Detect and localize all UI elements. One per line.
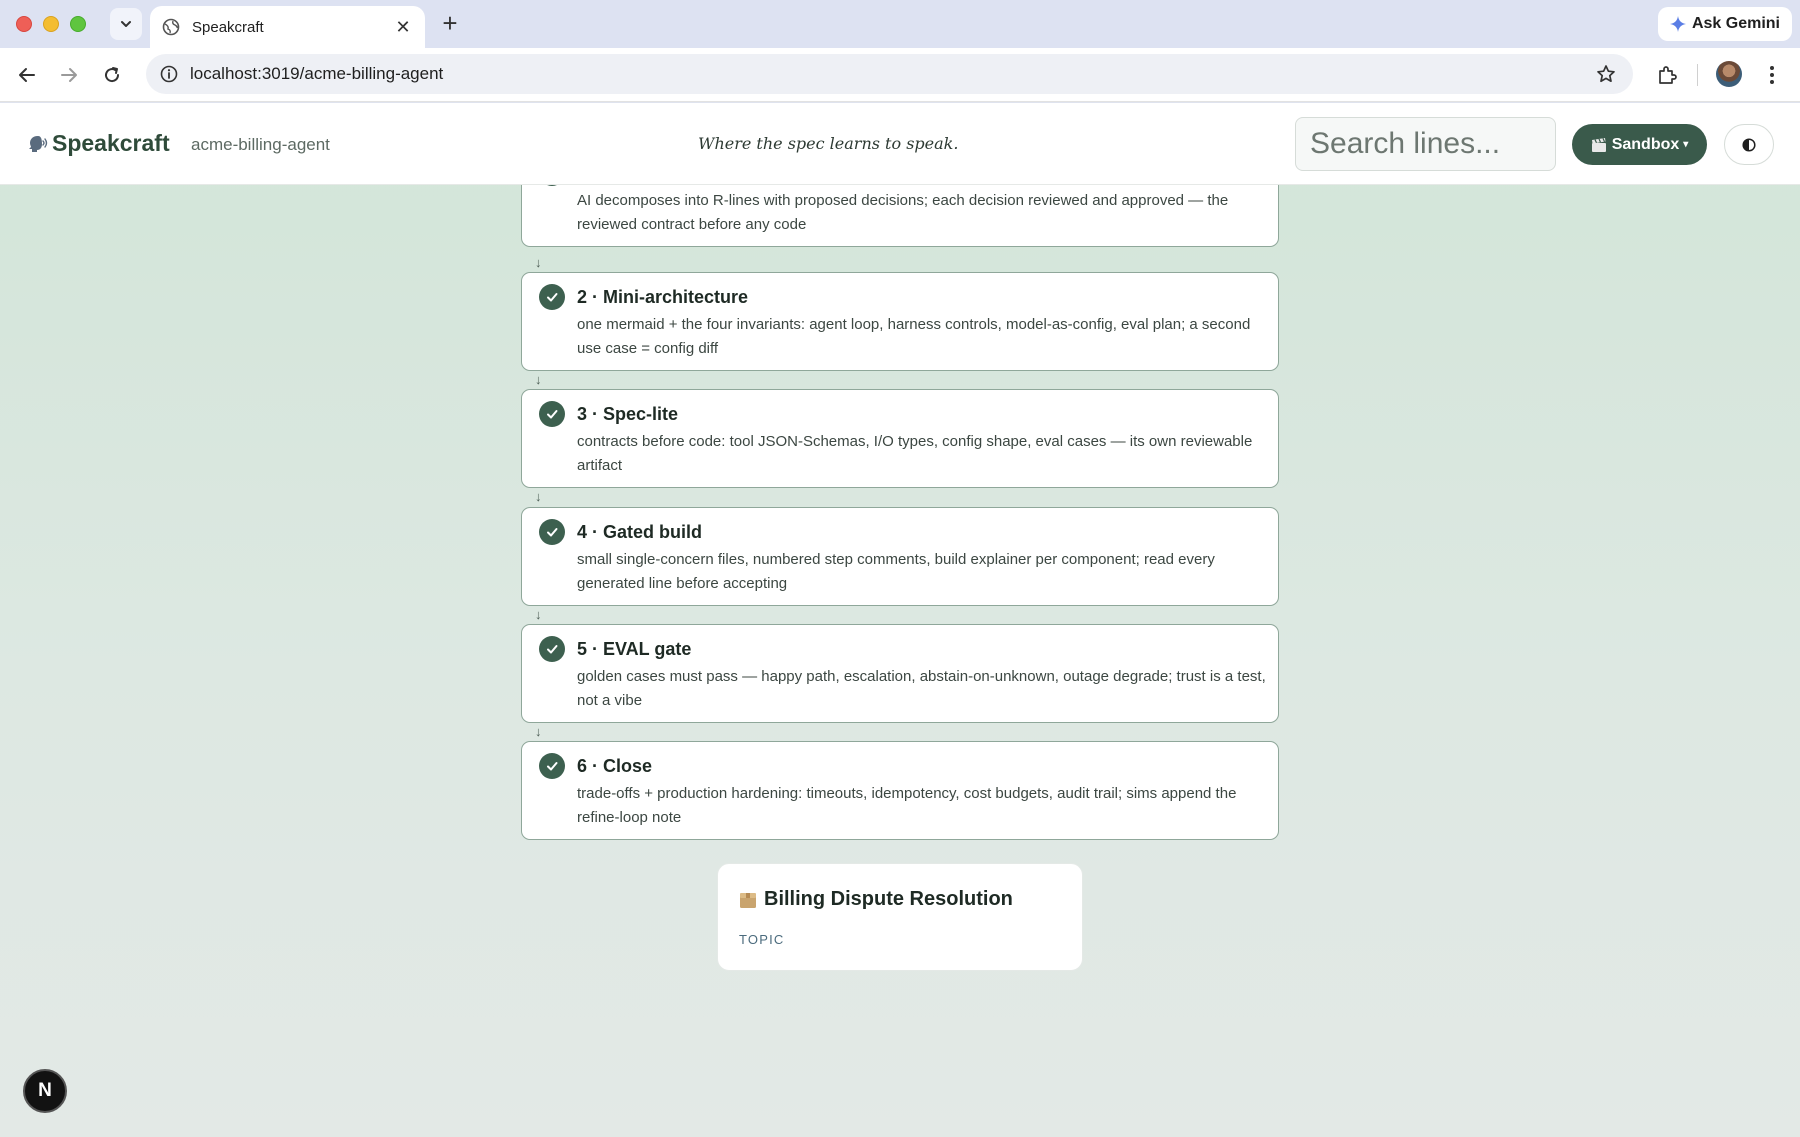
step-description: one mermaid + the four invariants: agent… xyxy=(577,316,1251,357)
reload-button[interactable] xyxy=(97,60,127,90)
step-card-2[interactable]: 2 · Mini-architecture one mermaid + the … xyxy=(521,272,1279,371)
browser-tabstrip: Speakcraft ✕ + Ask Gemini xyxy=(0,0,1800,48)
down-arrow-icon: ↓ xyxy=(535,607,542,622)
new-tab-button[interactable]: + xyxy=(436,10,464,38)
down-arrow-icon: ↓ xyxy=(535,372,542,387)
globe-icon xyxy=(162,18,180,36)
profile-avatar[interactable] xyxy=(1716,61,1742,87)
ask-gemini-label: Ask Gemini xyxy=(1691,15,1780,32)
gemini-sparkle-icon xyxy=(1669,16,1686,32)
clapper-icon xyxy=(1591,137,1606,152)
address-bar[interactable]: localhost:3019/acme-billing-agent xyxy=(146,54,1633,94)
url-text[interactable]: localhost:3019/acme-billing-agent xyxy=(190,64,1591,84)
sandbox-label: Sandbox xyxy=(1611,135,1680,153)
step-description: AI decomposes into R-lines with proposed… xyxy=(577,192,1229,233)
site-info-icon[interactable] xyxy=(158,63,180,85)
extensions-icon[interactable] xyxy=(1652,60,1682,90)
step-card-4[interactable]: 4 · Gated build small single-concern fil… xyxy=(521,507,1279,606)
contrast-icon xyxy=(1742,137,1756,152)
maximize-window-button[interactable] xyxy=(70,16,86,32)
chevron-down-icon xyxy=(121,21,131,27)
tagline: Where the spec learns to speak. xyxy=(698,134,959,153)
tab-list-button[interactable] xyxy=(110,8,142,40)
brand-name: Speakcraft xyxy=(52,130,170,156)
step-title: 4 · Gated build xyxy=(577,522,703,542)
app-header: Speakcraft acme-billing-agent Where the … xyxy=(0,103,1800,185)
bookmark-star-icon[interactable] xyxy=(1591,59,1621,89)
package-icon xyxy=(738,890,758,910)
tab-title: Speakcraft xyxy=(192,18,264,36)
sandbox-button[interactable]: Sandbox ▾ xyxy=(1572,124,1707,165)
theme-toggle-button[interactable] xyxy=(1724,124,1774,165)
check-icon xyxy=(539,284,565,310)
topic-label: TOPIC xyxy=(739,932,785,947)
topic-heading: Billing Dispute Resolution xyxy=(738,888,1013,911)
step-card-3[interactable]: 3 · Spec-lite contracts before code: too… xyxy=(521,389,1279,488)
step-description: trade-offs + production hardening: timeo… xyxy=(577,785,1237,826)
project-name: acme-billing-agent xyxy=(191,135,330,154)
speaking-head-icon xyxy=(29,135,48,152)
more-options-icon[interactable] xyxy=(1762,60,1782,90)
close-tab-icon[interactable]: ✕ xyxy=(393,17,413,38)
toolbar-divider xyxy=(1697,64,1698,86)
forward-button[interactable] xyxy=(54,60,84,90)
step-description: golden cases must pass — happy path, esc… xyxy=(577,668,1266,709)
step-description: contracts before code: tool JSON-Schemas… xyxy=(577,433,1253,474)
step-title: 6 · Close xyxy=(577,756,653,776)
step-card-5[interactable]: 5 · EVAL gate golden cases must pass — h… xyxy=(521,624,1279,723)
browser-toolbar: localhost:3019/acme-billing-agent xyxy=(0,48,1800,102)
browser-tab[interactable]: Speakcraft ✕ xyxy=(150,6,425,48)
reload-icon xyxy=(105,67,120,83)
step-card-6[interactable]: 6 · Close trade-offs + production harden… xyxy=(521,741,1279,840)
check-icon xyxy=(539,636,565,662)
close-window-button[interactable] xyxy=(16,16,32,32)
check-icon xyxy=(539,519,565,545)
arrow-right-icon xyxy=(61,68,77,82)
app-viewport: AI decomposes into R-lines with proposed… xyxy=(0,103,1800,1137)
topic-card[interactable]: Billing Dispute Resolution TOPIC xyxy=(717,863,1083,971)
topic-title: Billing Dispute Resolution xyxy=(764,888,1013,910)
down-arrow-icon: ↓ xyxy=(535,489,542,504)
minimize-window-button[interactable] xyxy=(43,16,59,32)
caret-down-icon: ▾ xyxy=(1683,139,1689,150)
down-arrow-icon: ↓ xyxy=(535,724,542,739)
check-icon xyxy=(539,401,565,427)
ask-gemini-button[interactable]: Ask Gemini xyxy=(1657,7,1792,41)
step-title: 5 · EVAL gate xyxy=(577,639,692,659)
brand[interactable]: Speakcraft xyxy=(26,130,170,157)
search-input[interactable] xyxy=(1295,117,1556,171)
back-button[interactable] xyxy=(12,60,42,90)
step-title: 3 · Spec-lite xyxy=(577,404,679,424)
down-arrow-icon: ↓ xyxy=(535,255,542,270)
nextjs-dev-indicator[interactable]: N xyxy=(23,1069,67,1113)
step-description: small single-concern files, numbered ste… xyxy=(577,551,1215,592)
arrow-left-icon xyxy=(19,68,35,82)
check-icon xyxy=(539,753,565,779)
step-title: 2 · Mini-architecture xyxy=(577,287,749,307)
